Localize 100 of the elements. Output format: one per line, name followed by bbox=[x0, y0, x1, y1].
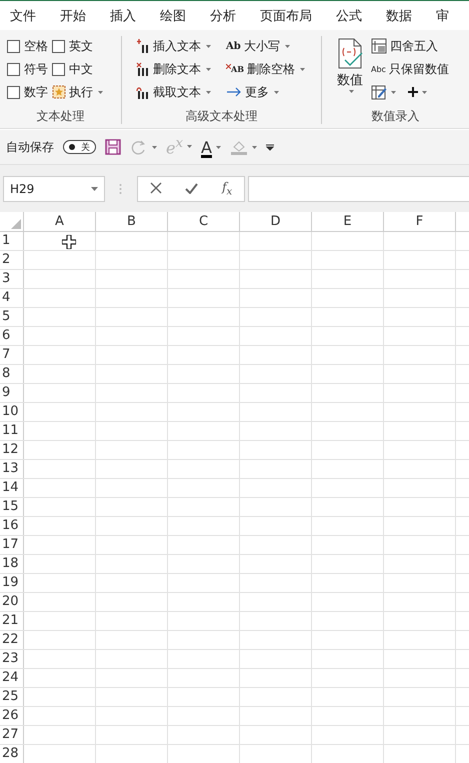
row-header[interactable]: 9 bbox=[0, 384, 24, 402]
insert-text-icon bbox=[136, 39, 150, 53]
number-button[interactable]: 数值 bbox=[335, 36, 365, 108]
row-header[interactable]: 6 bbox=[0, 327, 24, 345]
caret-icon bbox=[91, 186, 98, 190]
ribbon-tab[interactable]: 公式 bbox=[336, 6, 362, 24]
delete-text-icon bbox=[136, 62, 150, 76]
check-icon bbox=[185, 183, 198, 194]
row-header[interactable]: 2 bbox=[0, 251, 24, 269]
ribbon-tab[interactable]: 文件 bbox=[10, 6, 36, 24]
ribbon-button[interactable]: Abc 只保留数值 bbox=[371, 59, 449, 79]
row-header[interactable]: 25 bbox=[0, 688, 24, 706]
cut-text-icon bbox=[136, 85, 150, 99]
add-button[interactable] bbox=[408, 87, 427, 97]
cursor-icon bbox=[62, 235, 76, 249]
row-header[interactable]: 14 bbox=[0, 479, 24, 497]
row-header[interactable]: 20 bbox=[0, 593, 24, 611]
ribbon-button[interactable]: AB 删除空格 bbox=[226, 59, 305, 79]
ribbon-tab[interactable]: 页面布局 bbox=[260, 6, 312, 24]
checkbox[interactable] bbox=[7, 62, 20, 76]
checkbox[interactable] bbox=[7, 40, 20, 52]
close-icon bbox=[150, 182, 162, 194]
ribbon-button[interactable]: 更多 bbox=[226, 82, 305, 102]
row-header[interactable]: 26 bbox=[0, 707, 24, 725]
group-title: 高级文本处理 bbox=[184, 108, 258, 124]
icon-text: Abc bbox=[371, 64, 386, 74]
row-header[interactable]: 13 bbox=[0, 460, 24, 478]
cell-reference: H29 bbox=[10, 182, 34, 196]
autosave-toggle[interactable]: 关 bbox=[63, 140, 96, 154]
row-header[interactable]: 7 bbox=[0, 346, 24, 364]
row-header[interactable]: 1 bbox=[0, 232, 24, 250]
column-header[interactable]: E bbox=[312, 212, 384, 231]
row-header[interactable]: 24 bbox=[0, 669, 24, 687]
ribbon-button[interactable]: 执行 bbox=[52, 82, 103, 102]
formula-input[interactable] bbox=[248, 176, 469, 202]
select-all-icon bbox=[11, 219, 21, 229]
row-header[interactable]: 17 bbox=[0, 536, 24, 554]
ribbon-button[interactable]: 删除文本 bbox=[136, 59, 218, 79]
ribbon-tab[interactable]: 分析 bbox=[210, 6, 236, 24]
row-header[interactable]: 19 bbox=[0, 574, 24, 592]
toolbar-button[interactable] bbox=[266, 143, 274, 151]
row-header[interactable]: 28 bbox=[0, 745, 24, 763]
checkbox-label: 英文 bbox=[69, 38, 93, 54]
row-header[interactable]: 16 bbox=[0, 517, 24, 535]
redo-icon bbox=[130, 139, 148, 155]
ribbon-button[interactable]: 插入文本 bbox=[136, 36, 218, 56]
table-icon bbox=[371, 38, 387, 54]
plus-icon bbox=[408, 87, 418, 97]
star-icon bbox=[52, 85, 66, 99]
group-title: 文本处理 bbox=[36, 108, 86, 124]
row-header[interactable]: 4 bbox=[0, 289, 24, 307]
ribbon-button[interactable]: Ab 大小写 bbox=[226, 36, 305, 56]
ribbon-tab[interactable]: 开始 bbox=[60, 6, 86, 24]
checkbox[interactable] bbox=[7, 86, 20, 98]
row-header[interactable]: 23 bbox=[0, 650, 24, 668]
row-header[interactable]: 10 bbox=[0, 403, 24, 421]
row-header[interactable]: 8 bbox=[0, 365, 24, 383]
icon-text: AB bbox=[231, 64, 244, 74]
toolbar-button[interactable]: A bbox=[201, 138, 221, 156]
checkbox-label: 符号 bbox=[24, 60, 48, 78]
column-header[interactable]: B bbox=[96, 212, 168, 231]
grip-icon bbox=[119, 182, 122, 194]
caret-icon bbox=[422, 90, 427, 94]
row-header[interactable]: 5 bbox=[0, 308, 24, 326]
ribbon-tab[interactable]: 审 bbox=[436, 6, 449, 24]
row-header[interactable]: 15 bbox=[0, 498, 24, 516]
caret-icon bbox=[391, 90, 396, 94]
delete-mark-icon bbox=[226, 64, 231, 69]
checkbox-label: 中文 bbox=[69, 60, 93, 78]
ribbon-button[interactable]: 截取文本 bbox=[136, 82, 218, 102]
arrow-icon bbox=[226, 87, 242, 97]
insert-function-button[interactable]: f$_{x}$ bbox=[222, 180, 232, 198]
table-edit-button[interactable] bbox=[371, 84, 396, 100]
column-header[interactable]: A bbox=[24, 212, 96, 231]
ribbon-button[interactable]: 四舍五入 bbox=[371, 36, 449, 56]
name-box[interactable]: H29 bbox=[3, 176, 105, 202]
checkbox-label: 数字 bbox=[24, 84, 48, 100]
row-header[interactable]: 11 bbox=[0, 422, 24, 440]
checkbox-label: 空格 bbox=[24, 38, 48, 54]
ribbon-tab[interactable]: 插入 bbox=[110, 6, 136, 24]
icon-text: Ab bbox=[226, 40, 241, 52]
column-header[interactable]: D bbox=[240, 212, 312, 231]
row-header[interactable]: 18 bbox=[0, 555, 24, 573]
column-header[interactable]: C bbox=[168, 212, 240, 231]
checkbox[interactable] bbox=[52, 40, 65, 52]
customize-icon bbox=[266, 143, 274, 151]
column-header[interactable]: F bbox=[384, 212, 456, 231]
row-header[interactable]: 3 bbox=[0, 270, 24, 288]
table-edit-icon bbox=[371, 84, 387, 100]
checkbox[interactable] bbox=[52, 62, 65, 76]
group-title: 数值录入 bbox=[370, 108, 420, 124]
row-header[interactable]: 21 bbox=[0, 612, 24, 630]
autosave-label: 自动保存 bbox=[6, 138, 54, 156]
ribbon-tab[interactable]: 绘图 bbox=[160, 6, 186, 24]
toolbar-button[interactable] bbox=[105, 139, 121, 155]
row-header[interactable]: 27 bbox=[0, 726, 24, 744]
ribbon-tab[interactable]: 数据 bbox=[386, 6, 412, 24]
row-header[interactable]: 22 bbox=[0, 631, 24, 649]
row-header[interactable]: 12 bbox=[0, 441, 24, 459]
paint-bucket-icon bbox=[230, 139, 248, 155]
